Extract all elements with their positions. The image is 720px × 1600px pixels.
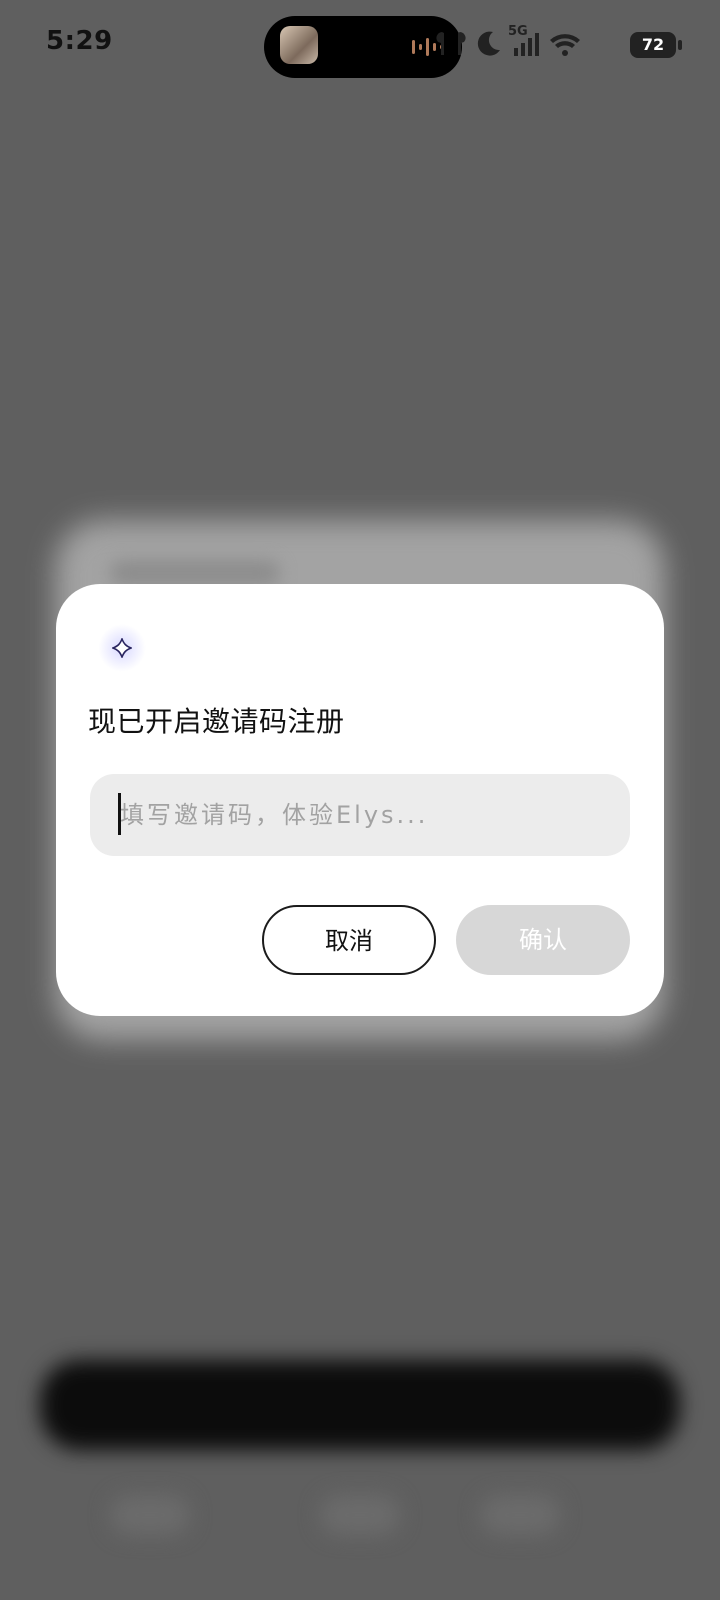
blurred-tab-2 [320,1495,400,1535]
blurred-background-text [110,560,280,586]
blurred-tab-3 [480,1495,560,1535]
app-logo-icon [98,624,146,672]
blurred-tab-1 [110,1495,190,1535]
blurred-bottom-button [40,1360,680,1450]
signal-icon [514,33,539,56]
status-bar: 5:29 5G 72 [0,0,720,90]
dialog-title: 现已开启邀请码注册 [88,705,345,738]
invite-code-input[interactable] [120,790,610,840]
status-icons: 5G 72 [436,24,682,64]
now-playing-thumbnail [280,26,318,64]
cancel-button[interactable]: 取消 [262,905,436,975]
earbuds-icon [436,32,466,55]
wifi-icon [550,34,580,56]
dynamic-island[interactable] [264,16,462,78]
confirm-button[interactable]: 确认 [456,905,630,975]
moon-icon [477,31,500,56]
status-time: 5:29 [46,26,113,56]
text-caret [118,793,121,835]
battery-indicator: 72 [630,32,682,58]
